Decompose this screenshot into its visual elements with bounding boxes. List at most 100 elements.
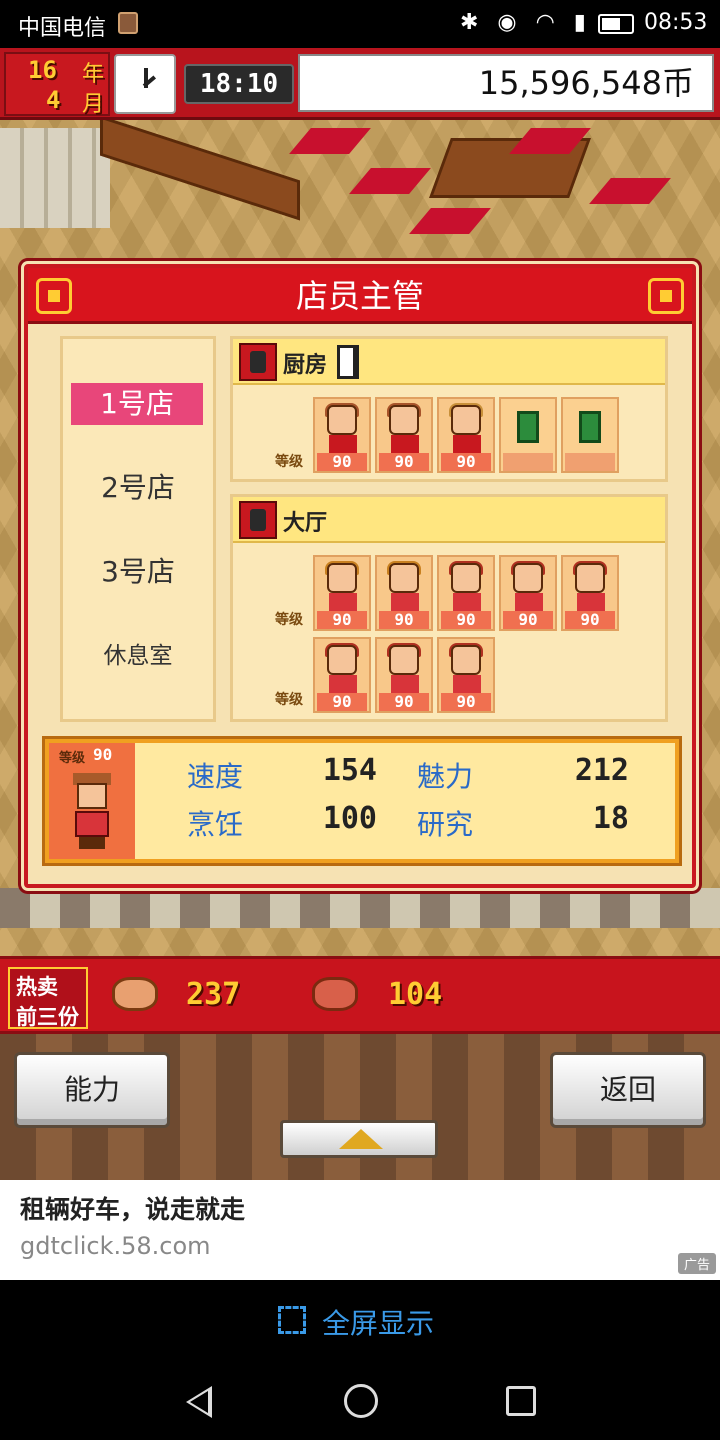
floor-tile <box>349 168 431 194</box>
staff-body <box>329 435 357 453</box>
empty-level-bar <box>565 453 615 471</box>
staff-face <box>327 563 357 593</box>
store-list: 1号店 2号店 3号店 休息室 <box>60 336 216 722</box>
counter-decoration <box>0 888 720 928</box>
kitchen-section: 厨房 等级 90 90 90 <box>230 336 668 482</box>
level-tag: 等级 <box>275 454 303 470</box>
avatar-torso <box>75 811 109 837</box>
hall-header: 大厅 <box>233 497 665 543</box>
ability-button[interactable]: 能力 <box>14 1052 170 1128</box>
fullscreen-button[interactable]: 全屏显示 <box>322 1302 434 1342</box>
staff-card[interactable]: 90 <box>437 555 495 631</box>
staff-body <box>453 435 481 453</box>
dialog-title: 店员主管 <box>295 277 424 315</box>
hall-title: 大厅 <box>283 511 328 536</box>
status-icons: ✱ ◉ ◠ ▮ <box>460 10 592 35</box>
stat-label-research: 研究 <box>417 808 474 841</box>
staff-card[interactable]: 90 <box>313 555 371 631</box>
back-button[interactable]: 返回 <box>550 1052 706 1128</box>
staff-card[interactable]: 90 <box>313 637 371 713</box>
bestseller-label: 热卖 前三份 <box>8 967 88 1029</box>
staff-face <box>451 563 481 593</box>
bottom-menu: 能力 返回 <box>0 1034 720 1180</box>
year-unit: 年 <box>82 62 105 87</box>
kitchen-icon <box>239 343 277 381</box>
kitchen-title: 厨房 <box>283 353 328 378</box>
stat-value-speed: 154 <box>322 753 377 788</box>
kitchen-header: 厨房 <box>233 339 665 385</box>
bestseller-label-line2: 前三份 <box>16 1005 79 1029</box>
staff-level: 90 <box>441 693 491 711</box>
dialog-title-bar: 店员主管 <box>28 268 692 324</box>
staff-level: 90 <box>317 693 367 711</box>
counter-bench <box>100 115 300 221</box>
staff-level: 90 <box>379 611 429 629</box>
store-tab-lounge[interactable]: 休息室 <box>63 635 213 677</box>
staff-card[interactable]: 90 <box>375 397 433 473</box>
staff-face <box>327 405 357 435</box>
staff-face <box>327 645 357 675</box>
floor-tile <box>589 178 671 204</box>
staff-level: 90 <box>565 611 615 629</box>
staff-card[interactable]: 90 <box>437 397 495 473</box>
staff-face <box>451 645 481 675</box>
battery-icon <box>598 14 634 34</box>
ad-banner[interactable]: 租辆好车，说走就走 gdtclick.58.com 广告 <box>0 1180 720 1280</box>
level-tag: 等级 <box>275 692 303 708</box>
month-unit: 月 <box>82 92 105 117</box>
hall-section: 大厅 等级 等级 90 90 90 90 90 90 90 90 <box>230 494 668 722</box>
empty-slot[interactable] <box>561 397 619 473</box>
staff-body <box>391 675 419 693</box>
year-number: 16 <box>28 56 57 84</box>
carrier-label: 中国电信 <box>18 16 107 41</box>
staff-card[interactable]: 90 <box>375 555 433 631</box>
staff-card[interactable]: 90 <box>437 637 495 713</box>
staff-portrait: 等级 90 <box>49 743 135 859</box>
stat-label-charm: 魅力 <box>417 760 474 793</box>
staff-card[interactable]: 90 <box>499 555 557 631</box>
ad-url[interactable]: gdtclick.58.com <box>20 1232 211 1260</box>
store-tab-1[interactable]: 1号店 <box>71 383 203 425</box>
top-hud: 16 年 4 月 18:10 15,596,548币 <box>0 48 720 120</box>
portrait-level-label: 等级 <box>59 751 86 766</box>
back-icon[interactable] <box>186 1386 212 1418</box>
home-icon[interactable] <box>344 1384 378 1418</box>
recents-icon[interactable] <box>506 1386 536 1416</box>
staff-body <box>453 593 481 611</box>
fullscreen-icon[interactable] <box>278 1306 306 1334</box>
bestseller-bar: 热卖 前三份 237 104 <box>0 956 720 1034</box>
empty-level-bar <box>503 453 553 471</box>
staff-body <box>577 593 605 611</box>
expand-button[interactable] <box>280 1120 438 1158</box>
staff-card[interactable]: 90 <box>375 637 433 713</box>
floor-tile <box>289 128 371 154</box>
portrait-level-value: 90 <box>93 745 113 764</box>
level-tag: 等级 <box>275 612 303 628</box>
staff-face <box>451 405 481 435</box>
staff-card[interactable]: 90 <box>561 555 619 631</box>
store-tab-3[interactable]: 3号店 <box>63 551 213 593</box>
staff-card[interactable]: 90 <box>313 397 371 473</box>
staff-level: 90 <box>317 453 367 471</box>
stat-value-research: 18 <box>592 801 629 836</box>
fullscreen-bar: 全屏显示 <box>0 1280 720 1362</box>
store-tab-2[interactable]: 2号店 <box>63 467 213 509</box>
empty-slot[interactable] <box>499 397 557 473</box>
date-box: 16 年 4 月 <box>4 52 110 117</box>
hall-icon <box>239 501 277 539</box>
staff-level: 90 <box>379 453 429 471</box>
ad-badge: 广告 <box>677 1253 716 1274</box>
system-nav-bar <box>0 1362 720 1440</box>
avatar-head <box>77 783 107 809</box>
dish-platter-icon <box>112 977 158 1011</box>
stat-label-cooking: 烹饪 <box>187 808 244 841</box>
stat-value-cooking: 100 <box>322 801 377 836</box>
ad-title[interactable]: 租辆好车，说走就走 <box>20 1190 245 1226</box>
dish-basket-icon <box>312 977 358 1011</box>
game-time: 18:10 <box>184 64 294 104</box>
staff-body <box>329 593 357 611</box>
avatar-legs <box>79 837 105 849</box>
staff-body <box>515 593 543 611</box>
staff-body <box>453 675 481 693</box>
stat-value-charm: 212 <box>574 753 629 788</box>
